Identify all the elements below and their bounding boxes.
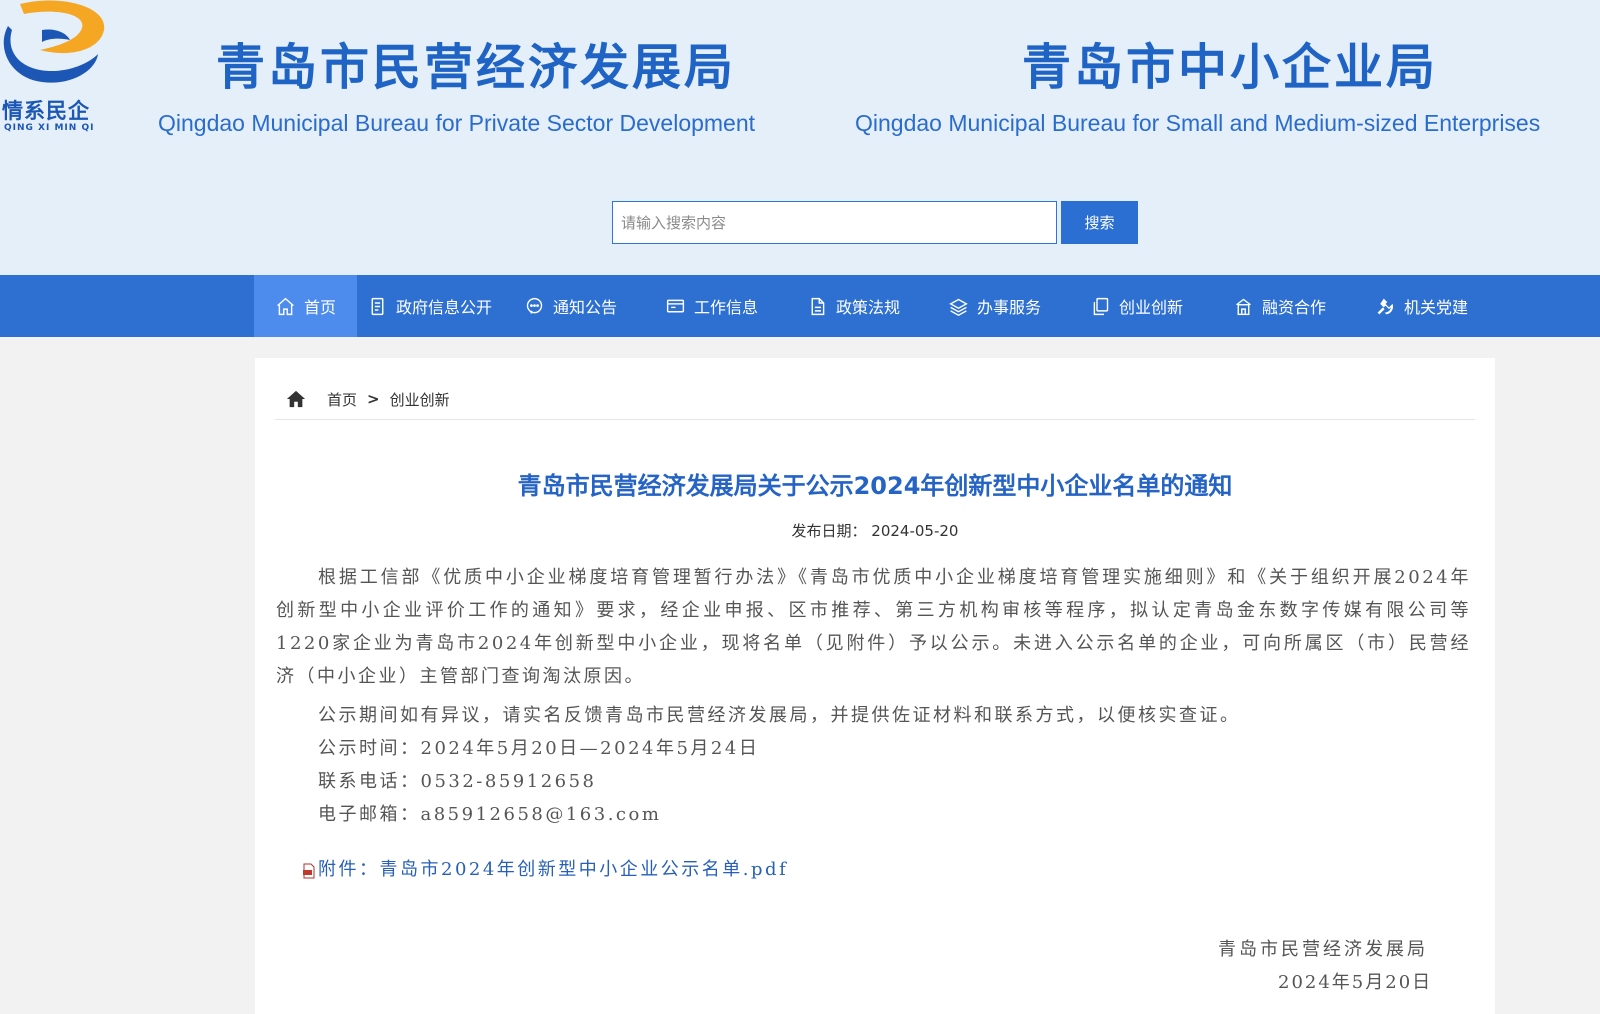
building-icon bbox=[1236, 298, 1251, 315]
breadcrumb-divider bbox=[275, 419, 1475, 420]
nav-item-label: 机关党建 bbox=[1404, 298, 1469, 317]
chat-icon bbox=[526, 297, 543, 314]
nav-item-label: 创业创新 bbox=[1119, 298, 1184, 317]
article-paragraph: 根据工信部《优质中小企业梯度培育管理暂行办法》《青岛市优质中小企业梯度培育管理实… bbox=[276, 567, 1471, 687]
bureau-private-sector-subtitle: Qingdao Municipal Bureau for Private Sec… bbox=[158, 110, 756, 136]
nav-item-label: 首页 bbox=[303, 298, 336, 317]
attachment-label[interactable]: 附件：青岛市2024年创新型中小企业公示名单.pdf bbox=[318, 855, 788, 881]
site-header: 情系民企 QING XI MIN QI 青岛市民营经济发展局 Qingdao M… bbox=[0, 0, 1600, 275]
party-emblem-icon bbox=[1377, 298, 1394, 314]
home-icon[interactable] bbox=[285, 389, 307, 409]
attachment-link[interactable]: 附件：青岛市2024年创新型中小企业公示名单.pdf bbox=[302, 855, 788, 881]
pdf-icon bbox=[303, 863, 315, 879]
monitor-icon bbox=[666, 299, 685, 312]
copy-icon bbox=[1093, 297, 1109, 315]
publish-date-value: 2024-05-20 bbox=[871, 522, 959, 540]
breadcrumb-home-link[interactable]: 首页 bbox=[327, 389, 357, 410]
bureau-sme-title: 青岛市中小企业局 bbox=[1022, 39, 1439, 96]
nav-item-gov-info[interactable]: 政府信息公开 bbox=[367, 275, 492, 337]
logo-text: 情系民企 bbox=[2, 99, 90, 123]
article-paragraph-objection: 公示期间如有异议，请实名反馈青岛市民营经济发展局，并提供佐证材料和联系方式，以便… bbox=[318, 705, 1241, 726]
publish-date: 发布日期： 2024-05-20 bbox=[255, 520, 1495, 541]
nav-item-label: 政策法规 bbox=[836, 298, 901, 317]
home-icon bbox=[277, 297, 294, 315]
breadcrumb: 首页 > 创业创新 bbox=[285, 388, 450, 410]
nav-item-policy[interactable]: 政策法规 bbox=[807, 275, 900, 337]
signature-date: 2024年5月20日 bbox=[1278, 972, 1433, 993]
nav-item-party-building[interactable]: 机关党建 bbox=[1375, 275, 1468, 337]
nav-item-label: 工作信息 bbox=[694, 298, 759, 317]
main-navigation: 首页 政府信息公开 通知公告 工作信息 政策法规 办事服务 创业创新 融资合作 … bbox=[0, 275, 1600, 337]
breadcrumb-current[interactable]: 创业创新 bbox=[390, 389, 450, 410]
nav-item-notices[interactable]: 通知公告 bbox=[524, 275, 617, 337]
file-icon bbox=[811, 297, 825, 315]
article-title: 青岛市民营经济发展局关于公示2024年创新型中小企业名单的通知 bbox=[517, 472, 1233, 500]
bureau-sme-subtitle: Qingdao Municipal Bureau for Small and M… bbox=[855, 110, 1541, 136]
publish-date-label: 发布日期： bbox=[791, 522, 867, 540]
nav-item-label: 通知公告 bbox=[553, 298, 618, 317]
nav-item-label: 政府信息公开 bbox=[396, 298, 493, 317]
nav-item-financing[interactable]: 融资合作 bbox=[1233, 275, 1326, 337]
logo-pinyin: QING XI MIN QI bbox=[4, 123, 95, 133]
breadcrumb-separator: > bbox=[367, 390, 380, 408]
contact-phone: 联系电话：0532-85912658 bbox=[318, 771, 597, 792]
search-input[interactable] bbox=[612, 201, 1057, 244]
bureau-private-sector-title: 青岛市民营经济发展局 bbox=[216, 39, 737, 96]
contact-email: 电子邮箱：a85912658@163.com bbox=[318, 804, 662, 825]
layers-icon bbox=[949, 298, 968, 316]
publicity-period: 公示时间：2024年5月20日—2024年5月24日 bbox=[318, 738, 760, 759]
document-icon bbox=[371, 297, 384, 315]
nav-item-innovation[interactable]: 创业创新 bbox=[1090, 275, 1183, 337]
nav-item-services[interactable]: 办事服务 bbox=[948, 275, 1041, 337]
nav-item-home[interactable]: 首页 bbox=[254, 275, 357, 337]
nav-item-label: 融资合作 bbox=[1262, 298, 1327, 317]
nav-item-work-info[interactable]: 工作信息 bbox=[665, 275, 758, 337]
signature-organization: 青岛市民营经济发展局 bbox=[1218, 939, 1428, 960]
search-button[interactable]: 搜索 bbox=[1061, 201, 1138, 244]
nav-item-label: 办事服务 bbox=[977, 298, 1042, 317]
